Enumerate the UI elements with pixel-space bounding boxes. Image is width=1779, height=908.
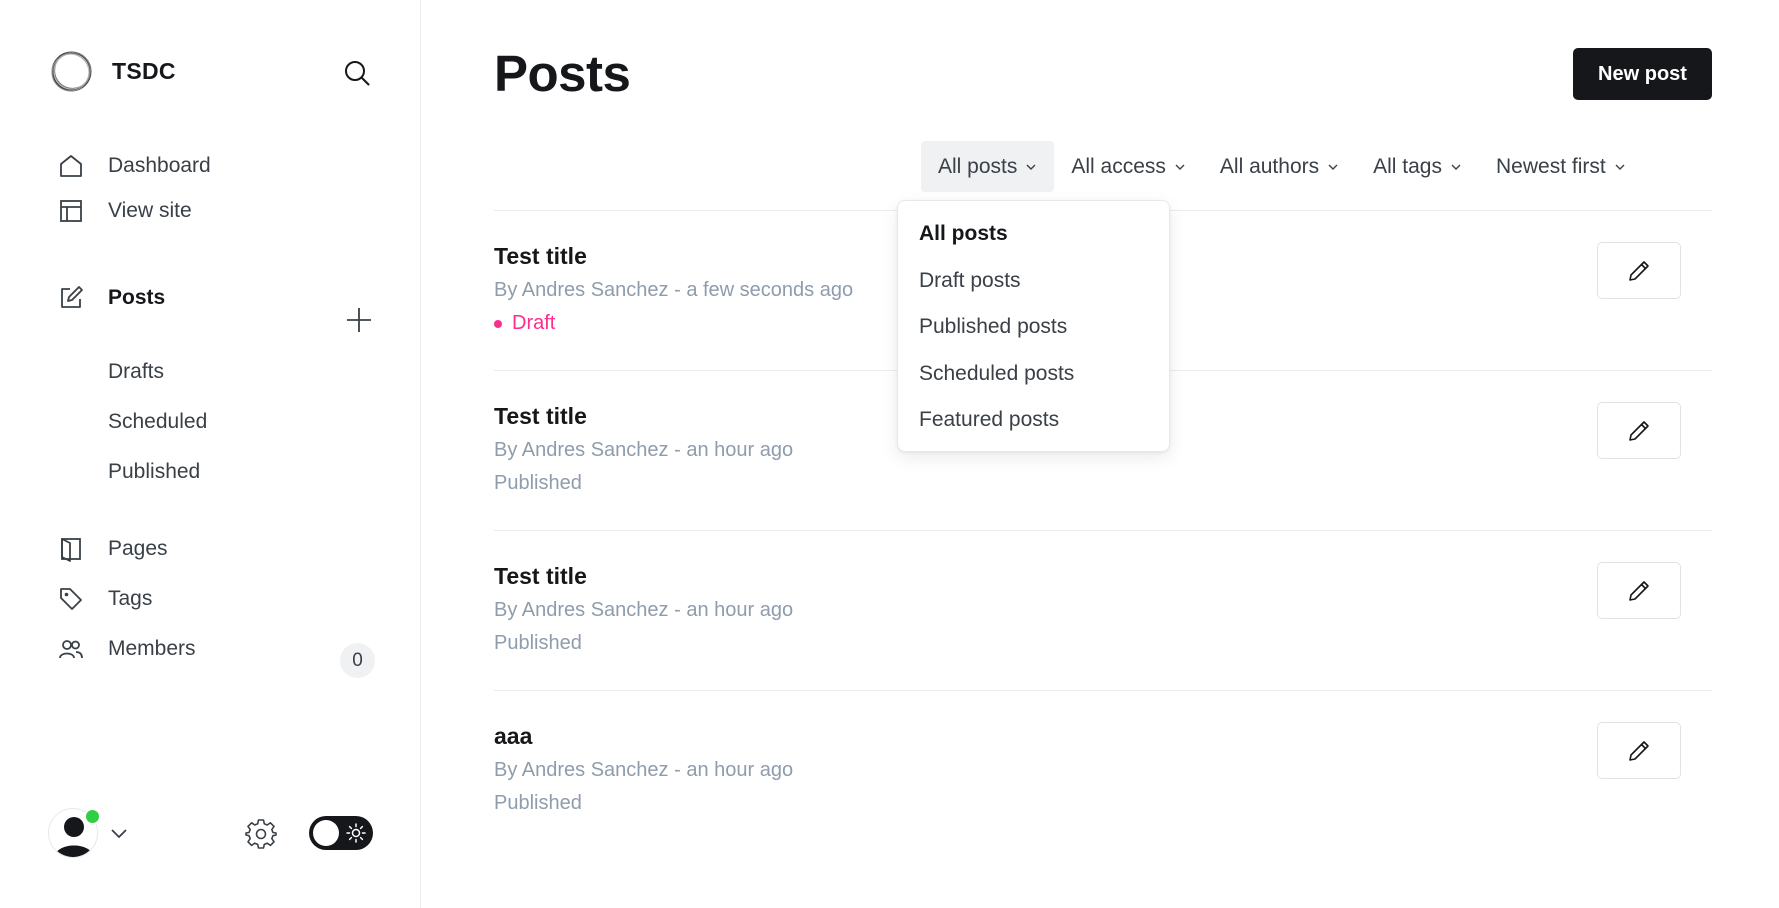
add-post-button[interactable] [345, 306, 373, 334]
post-status-label: Published [494, 792, 582, 814]
sidebar-item-label: Dashboard [108, 154, 211, 177]
post-meta: By Andres Sanchez - a few seconds ago [494, 279, 854, 301]
post-meta: By Andres Sanchez - an hour ago [494, 759, 794, 781]
sidebar-item-label: Members [108, 637, 196, 660]
post-type-dropdown-menu: All posts Draft posts Published posts Sc… [897, 200, 1170, 452]
post-meta: By Andres Sanchez - an hour ago [494, 599, 794, 621]
sidebar-item-pages[interactable]: Pages [57, 532, 168, 566]
new-post-button[interactable]: New post [1573, 48, 1712, 100]
post-status-label: Published [494, 472, 582, 494]
dropdown-option-featured-posts[interactable]: Featured posts [898, 397, 1169, 444]
sidebar-item-scheduled[interactable]: Scheduled [108, 410, 207, 434]
edit-icon [57, 284, 85, 312]
brand-name: TSDC [112, 58, 176, 84]
sidebar-item-published[interactable]: Published [108, 460, 200, 484]
filter-label: Newest first [1496, 154, 1606, 178]
toggle-knob [313, 820, 339, 846]
sidebar-item-drafts[interactable]: Drafts [108, 360, 164, 384]
sidebar-item-posts[interactable]: Posts [57, 281, 165, 315]
sun-icon [346, 823, 366, 843]
filter-bar: All posts All access All authors All tag… [921, 141, 1643, 192]
post-title[interactable]: aaa [494, 723, 532, 750]
layout-icon [57, 197, 85, 225]
tag-icon [57, 585, 85, 613]
post-status-label: Draft [512, 312, 556, 334]
sidebar-item-label: Tags [108, 587, 153, 610]
edit-post-button[interactable] [1597, 562, 1681, 619]
pencil-icon [1629, 420, 1649, 441]
online-status-dot [84, 808, 101, 825]
post-status: Published [494, 632, 582, 655]
filter-label: All authors [1219, 154, 1320, 178]
sidebar-item-view-site[interactable]: View site [57, 194, 192, 228]
pencil-icon [1629, 260, 1649, 281]
post-status: Published [494, 792, 582, 815]
filter-type[interactable]: All posts [921, 141, 1055, 192]
post-title[interactable]: Test title [494, 243, 587, 270]
main-content: Posts New post All posts All access All … [421, 0, 1779, 908]
chevron-down-icon [1175, 164, 1185, 170]
post-status: Published [494, 472, 582, 495]
filter-access[interactable]: All access [1054, 141, 1203, 192]
chevron-down-icon [1615, 164, 1625, 170]
dropdown-option-published-posts[interactable]: Published posts [898, 304, 1169, 351]
sidebar-item-label: View site [108, 199, 192, 222]
pencil-icon [1629, 740, 1649, 761]
post-row[interactable]: aaa By Andres Sanchez - an hour ago Publ… [494, 690, 1712, 850]
edit-post-button[interactable] [1597, 722, 1681, 779]
sidebar-item-label: Posts [108, 286, 166, 309]
edit-post-button[interactable] [1597, 242, 1681, 299]
app: TSDC Dashboard View site Posts Drafts Sc… [0, 0, 1779, 908]
sidebar: TSDC Dashboard View site Posts Drafts Sc… [0, 0, 421, 908]
members-icon [57, 635, 85, 663]
sidebar-item-members[interactable]: Members [57, 632, 196, 666]
post-title[interactable]: Test title [494, 563, 587, 590]
dropdown-option-all-posts[interactable]: All posts [898, 211, 1169, 258]
chevron-down-icon [1328, 164, 1338, 170]
sidebar-item-label: Pages [108, 537, 168, 560]
gear-icon [245, 819, 277, 849]
filter-label: All posts [938, 154, 1018, 178]
dropdown-option-draft-posts[interactable]: Draft posts [898, 258, 1169, 305]
page-icon [57, 535, 85, 563]
filter-tags[interactable]: All tags [1356, 141, 1479, 192]
draft-status-dot [494, 319, 502, 328]
sidebar-item-dashboard[interactable]: Dashboard [57, 149, 211, 183]
chevron-down-icon [1451, 164, 1461, 170]
post-meta: By Andres Sanchez - an hour ago [494, 439, 794, 461]
filter-label: All access [1071, 154, 1166, 178]
filter-label: All tags [1373, 154, 1442, 178]
brand[interactable]: TSDC [49, 49, 176, 94]
filter-sort[interactable]: Newest first [1479, 141, 1643, 192]
settings-button[interactable] [244, 816, 278, 850]
filter-authors[interactable]: All authors [1203, 141, 1356, 192]
theme-toggle[interactable] [309, 816, 373, 850]
sidebar-item-tags[interactable]: Tags [57, 582, 152, 616]
post-status: Draft [494, 312, 555, 335]
post-row[interactable]: Test title By Andres Sanchez - an hour a… [494, 530, 1712, 690]
members-count-badge: 0 [340, 643, 375, 678]
chevron-down-icon [1026, 164, 1036, 170]
home-icon [57, 152, 85, 180]
search-icon [345, 61, 370, 86]
post-title[interactable]: Test title [494, 403, 587, 430]
dropdown-option-scheduled-posts[interactable]: Scheduled posts [898, 351, 1169, 398]
pencil-icon [1629, 580, 1649, 601]
plus-icon [347, 308, 371, 332]
post-status-label: Published [494, 632, 582, 654]
edit-post-button[interactable] [1597, 402, 1681, 459]
chevron-down-icon [111, 829, 127, 839]
page-title: Posts [494, 45, 631, 102]
search-button[interactable] [340, 56, 374, 90]
brand-logo-icon [51, 51, 92, 92]
